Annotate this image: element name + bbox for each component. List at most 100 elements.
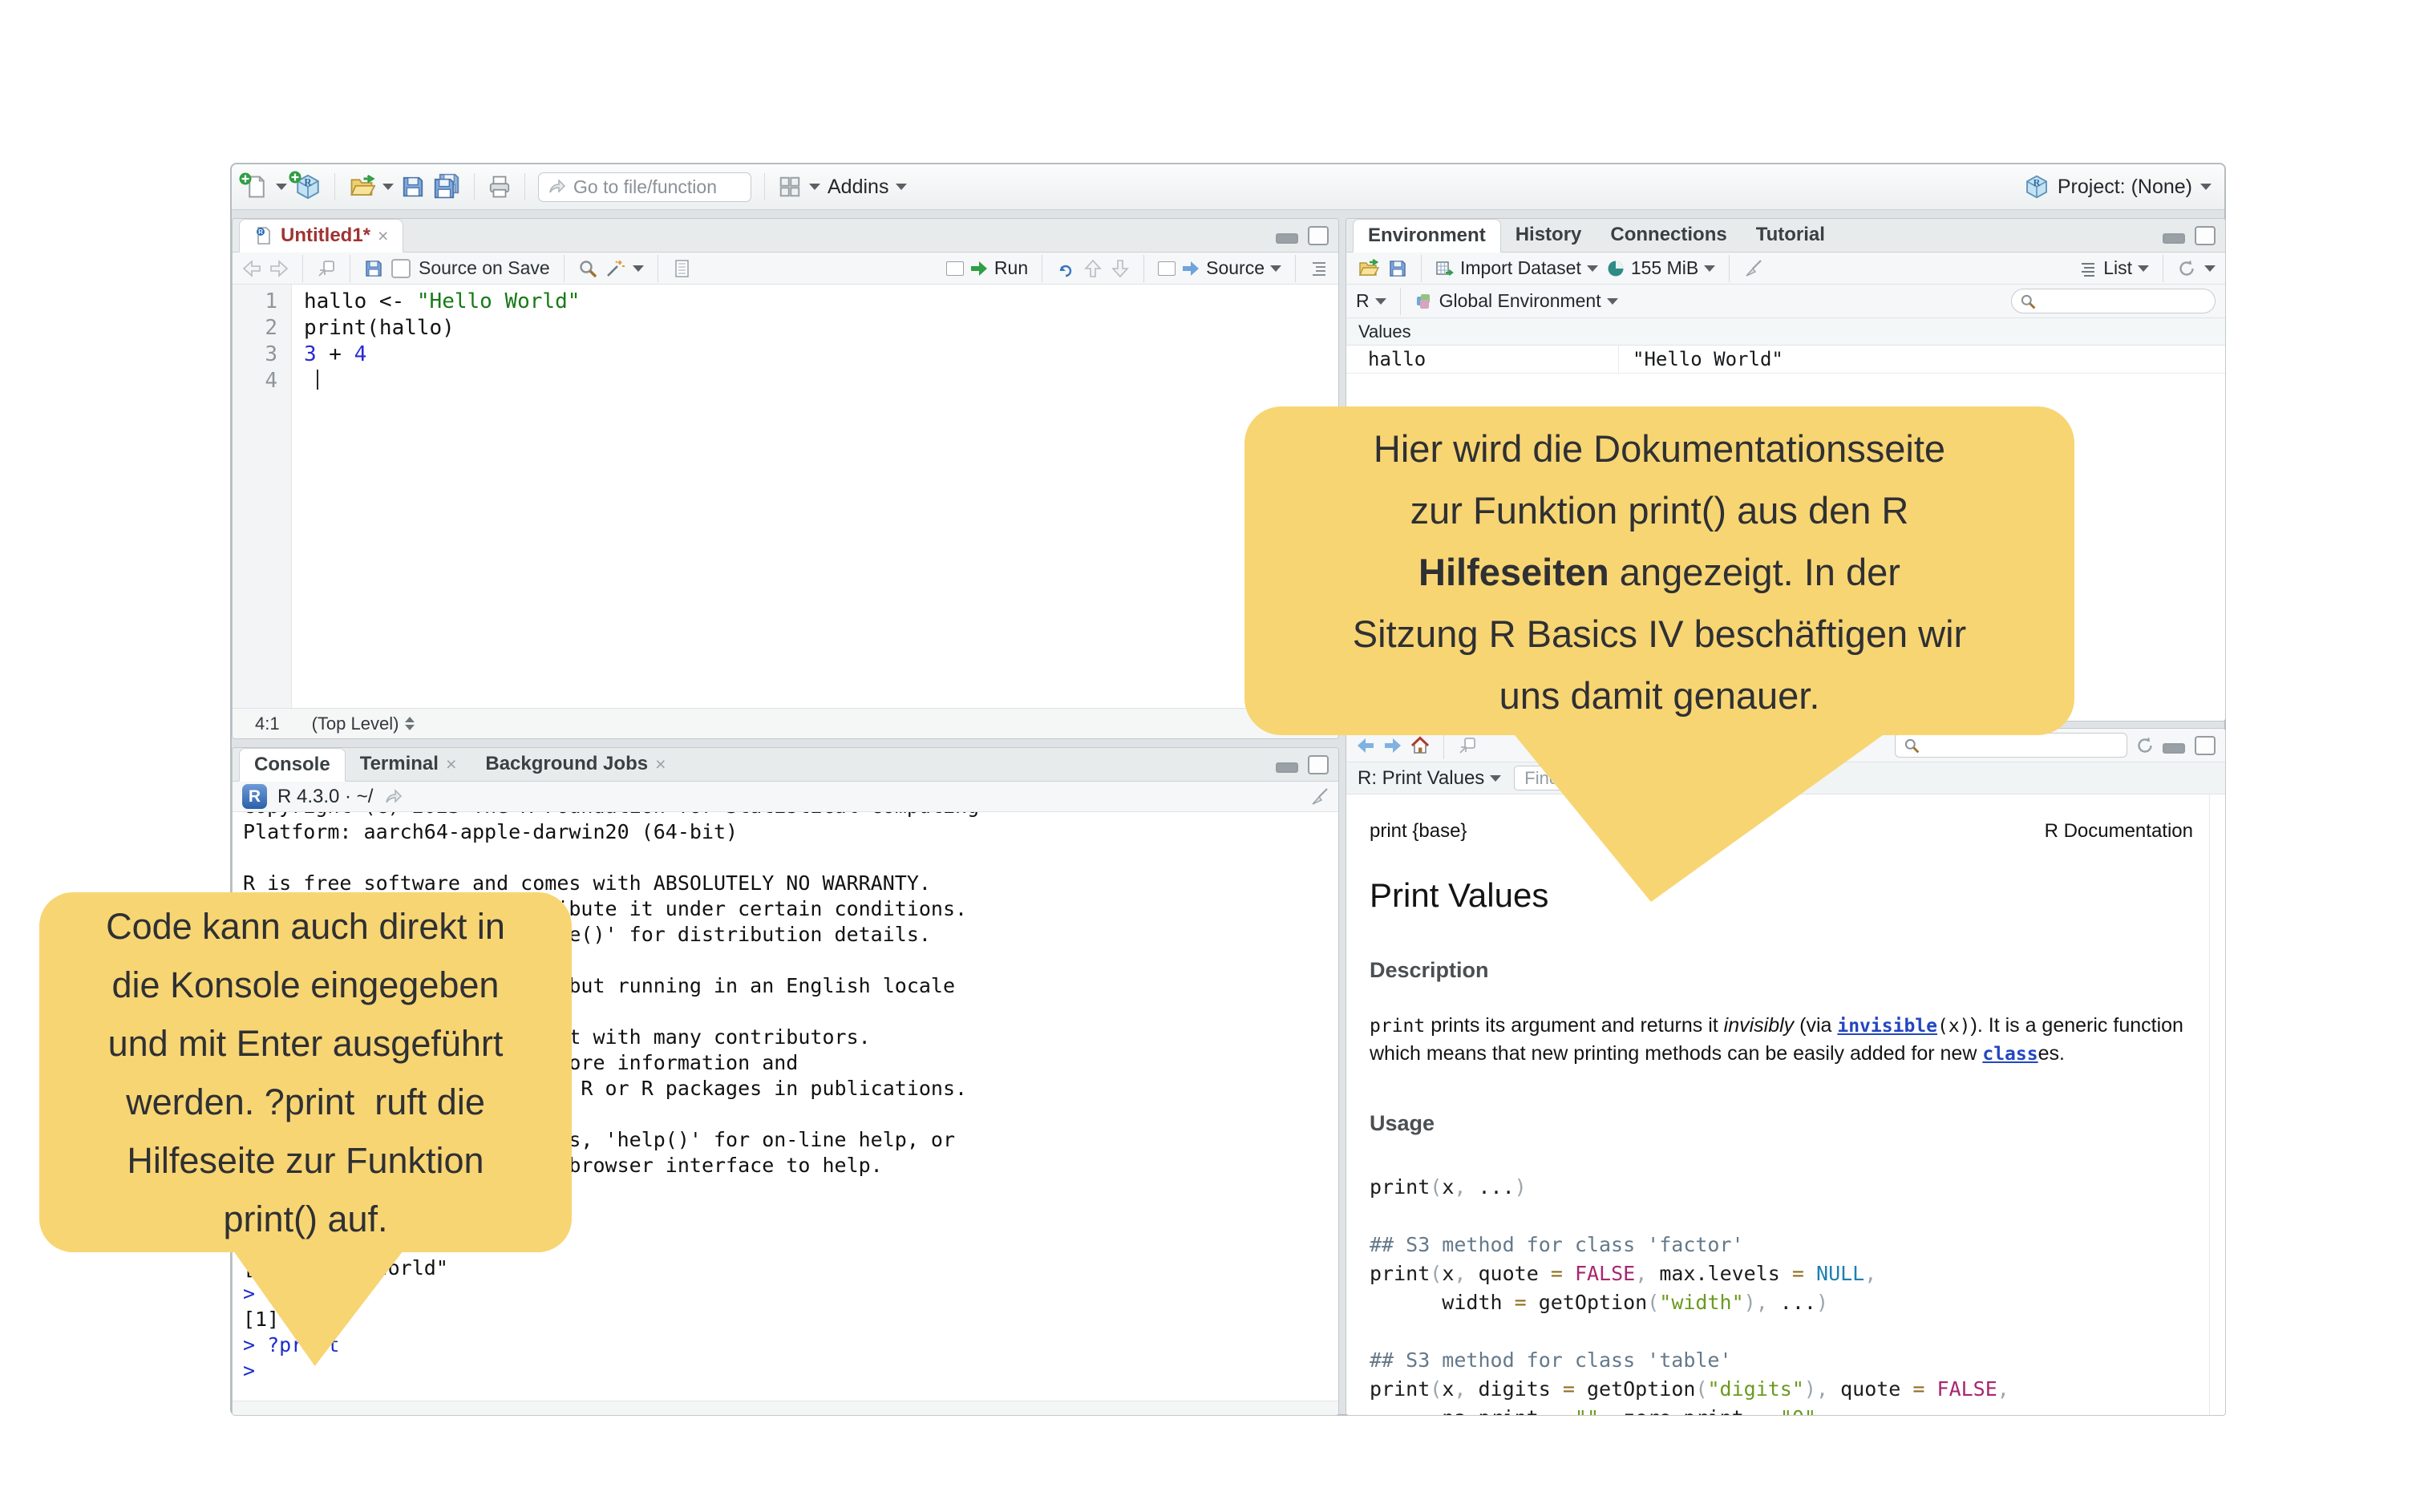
environment-selector-row: R Global Environment xyxy=(1346,285,2225,318)
code-editor[interactable]: 1234 hallo <- "Hello World"print(hallo)3… xyxy=(233,285,1338,709)
tab-tutorial[interactable]: Tutorial xyxy=(1742,218,1839,252)
maximize-icon[interactable] xyxy=(2195,226,2216,245)
source-label: Source xyxy=(1206,257,1265,279)
load-workspace-icon[interactable] xyxy=(1356,259,1380,278)
search-icon xyxy=(1904,738,1920,754)
save-button[interactable] xyxy=(401,175,425,199)
help-content[interactable]: print {base} R Documentation Print Value… xyxy=(1346,794,2225,1416)
clear-workspace-icon[interactable] xyxy=(1743,259,1762,278)
updown-icon xyxy=(405,717,415,730)
console-line xyxy=(243,845,1338,871)
list-view-button[interactable]: List xyxy=(2078,257,2149,279)
save-workspace-icon[interactable] xyxy=(1388,259,1407,278)
tab-environment[interactable]: Environment xyxy=(1353,219,1501,253)
minimize-icon[interactable] xyxy=(1276,233,1298,244)
tab-label: Untitled1* xyxy=(281,224,370,247)
close-icon[interactable]: × xyxy=(446,754,456,775)
language-selector[interactable]: R xyxy=(1356,290,1386,312)
import-dataset-button[interactable]: Import Dataset xyxy=(1435,257,1598,279)
popout-icon[interactable] xyxy=(1458,736,1477,755)
refresh-icon[interactable] xyxy=(2177,259,2196,278)
section-label: Values xyxy=(1358,321,1411,342)
addins-menu[interactable]: Addins xyxy=(828,176,907,199)
new-file-icon xyxy=(245,175,269,199)
tab-history[interactable]: History xyxy=(1501,218,1596,252)
help-search[interactable] xyxy=(1895,733,2127,758)
divider xyxy=(474,173,475,200)
usage-code-line: ## S3 method for class 'factor' xyxy=(1370,1231,2193,1259)
divider xyxy=(1421,255,1422,282)
back-icon[interactable] xyxy=(242,259,261,278)
open-file-button[interactable] xyxy=(348,175,394,199)
tab-untitled1[interactable]: Untitled1* × xyxy=(239,219,403,253)
tab-console[interactable]: Console xyxy=(239,748,346,782)
source-button[interactable]: Source xyxy=(1158,257,1281,279)
callout-text-line: Hilfeseiten angezeigt. In der xyxy=(1244,541,2074,603)
scope-label: (Top Level) xyxy=(312,714,399,734)
compile-report-icon[interactable] xyxy=(672,259,691,278)
help-pane: R: Print Values print {base} R Documenta… xyxy=(1346,728,2226,1416)
source-toolbar: Source on Save Run xyxy=(233,253,1338,285)
save-icon[interactable] xyxy=(364,259,383,278)
divider xyxy=(564,255,565,282)
new-file-button[interactable] xyxy=(245,175,287,199)
usage-code-line xyxy=(1370,1317,2193,1346)
callout-text-line: Hilfeseite zur Funktion xyxy=(39,1131,572,1190)
tab-background-jobs[interactable]: Background Jobs × xyxy=(471,747,680,781)
project-menu[interactable]: Project: (None) xyxy=(2024,174,2212,200)
line-number: 4 xyxy=(233,368,277,394)
callout-text-line: Code kann auch direkt in xyxy=(39,897,572,956)
scope-selector[interactable]: (Top Level) xyxy=(312,714,415,734)
goto-file-input[interactable] xyxy=(573,176,726,198)
text-cursor xyxy=(317,370,318,390)
maximize-icon[interactable] xyxy=(1308,226,1329,245)
pane-layout-button[interactable] xyxy=(778,175,820,199)
console-line: [1] "Hello World" xyxy=(243,1255,1338,1281)
environment-search[interactable] xyxy=(2011,289,2216,313)
goto-file-search[interactable] xyxy=(538,172,751,202)
code-tools-icon[interactable] xyxy=(605,259,625,278)
forward-icon[interactable] xyxy=(269,259,289,278)
minimize-icon[interactable] xyxy=(2163,233,2185,244)
tab-connections[interactable]: Connections xyxy=(1596,218,1741,252)
tab-terminal[interactable]: Terminal × xyxy=(346,747,471,781)
find-icon[interactable] xyxy=(578,259,597,278)
console-scrollbar-gutter[interactable] xyxy=(233,1401,1338,1416)
minimize-icon[interactable] xyxy=(1276,762,1298,773)
memory-usage-button[interactable]: 155 MiB xyxy=(1606,257,1715,279)
new-project-button[interactable] xyxy=(294,173,322,200)
environment-row-hallo[interactable]: hallo "Hello World" xyxy=(1346,346,2225,374)
back-icon[interactable] xyxy=(1356,736,1375,755)
document-outline-icon[interactable] xyxy=(1309,259,1329,278)
maximize-icon[interactable] xyxy=(1308,755,1329,774)
home-icon[interactable] xyxy=(1410,736,1430,755)
callout-text-line: uns damit genauer. xyxy=(1244,665,2074,726)
close-icon[interactable]: × xyxy=(378,225,388,247)
maximize-icon[interactable] xyxy=(2195,736,2216,755)
print-button[interactable] xyxy=(488,175,512,199)
help-topic-selector[interactable]: R: Print Values xyxy=(1358,767,1501,790)
import-dataset-icon xyxy=(1435,259,1455,278)
tab-label: Console xyxy=(254,754,330,776)
open-in-window-icon[interactable] xyxy=(383,787,403,807)
go-next-chunk-icon[interactable] xyxy=(1111,259,1130,278)
rerun-icon[interactable] xyxy=(1056,259,1075,278)
divider xyxy=(764,173,765,200)
line-number: 3 xyxy=(233,342,277,368)
list-icon xyxy=(2078,259,2098,278)
save-all-button[interactable] xyxy=(432,174,461,200)
r-version-label: R 4.3.0 · ~/ xyxy=(277,786,373,808)
chevron-down-icon xyxy=(276,184,287,190)
environment-selector[interactable]: Global Environment xyxy=(1414,290,1618,312)
popout-icon[interactable] xyxy=(317,259,336,278)
go-prev-chunk-icon[interactable] xyxy=(1083,259,1103,278)
run-button[interactable]: Run xyxy=(946,257,1028,279)
callout-text-line: Hier wird die Dokumentationsseite xyxy=(1244,418,2074,479)
clear-console-icon[interactable] xyxy=(1309,787,1329,807)
forward-icon[interactable] xyxy=(1383,736,1402,755)
minimize-icon[interactable] xyxy=(2163,743,2185,754)
usage-code-line: ## S3 method for class 'table' xyxy=(1370,1346,2193,1375)
close-icon[interactable]: × xyxy=(655,754,666,775)
refresh-icon[interactable] xyxy=(2135,736,2155,755)
source-on-save-checkbox[interactable] xyxy=(391,259,411,278)
